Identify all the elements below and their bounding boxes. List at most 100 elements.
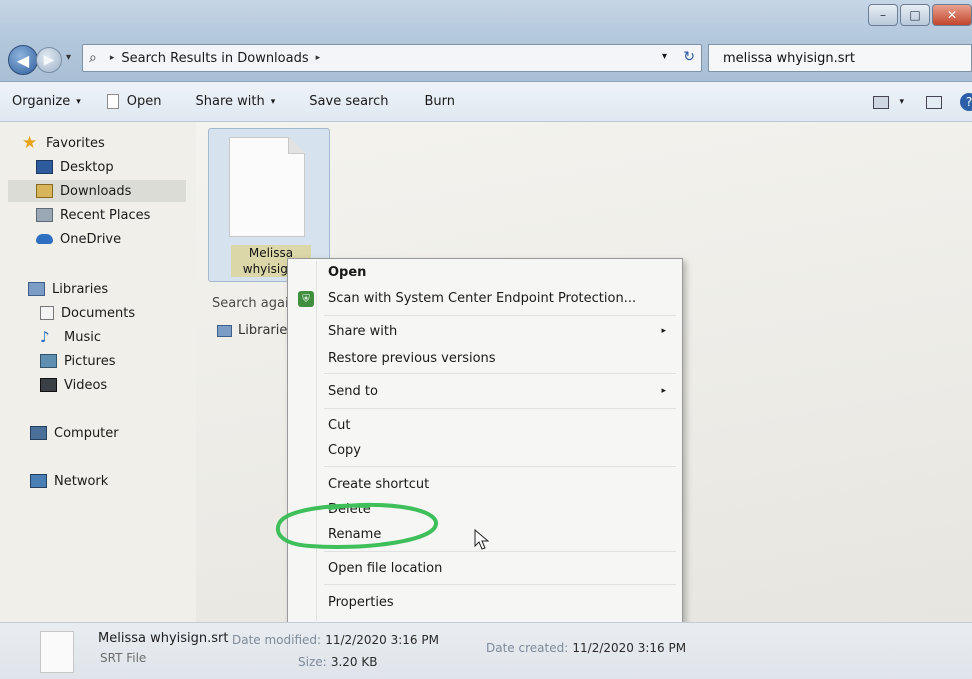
menu-item-share-with-label: Share with xyxy=(328,323,398,339)
menu-item-scan[interactable]: Scan with System Center Endpoint Protect… xyxy=(328,287,678,309)
toolbar-right-group: ▾ ? xyxy=(859,82,972,122)
menu-item-properties-label: Properties xyxy=(328,594,394,610)
details-pane: Melissa whyisign.srt SRT File Date modif… xyxy=(0,622,972,679)
details-file-name: Melissa whyisign.srt xyxy=(98,631,229,646)
libraries-search-link[interactable]: Libraries xyxy=(217,323,294,338)
nav-videos-label: Videos xyxy=(64,377,108,393)
menu-item-share-with[interactable]: Share with ▸ xyxy=(328,320,678,342)
burn-label: Burn xyxy=(424,94,456,109)
pictures-icon xyxy=(40,354,57,368)
menu-item-send-to[interactable]: Send to ▸ xyxy=(328,380,678,402)
refresh-icon[interactable]: ↻ xyxy=(683,49,695,65)
date-created-label: Date created: xyxy=(486,641,569,655)
menu-item-cut-label: Cut xyxy=(328,417,351,433)
chevron-down-icon[interactable]: ▾ xyxy=(899,97,904,107)
back-arrow-icon[interactable]: ◀ xyxy=(8,45,38,75)
nav-favorites-label: Favorites xyxy=(46,135,105,151)
organize-label: Organize xyxy=(12,94,71,109)
nav-computer-label: Computer xyxy=(54,425,119,441)
search-input[interactable] xyxy=(708,44,972,72)
date-modified-label: Date modified: xyxy=(232,633,322,647)
menu-item-restore-versions[interactable]: Restore previous versions xyxy=(328,347,678,369)
menu-item-open-label: Open xyxy=(328,264,367,280)
menu-item-copy-label: Copy xyxy=(328,442,361,458)
nav-favorites[interactable]: ★ Favorites xyxy=(22,132,208,154)
breadcrumb-separator-icon[interactable]: ▸ xyxy=(110,53,115,63)
close-button[interactable]: ✕ xyxy=(932,4,972,26)
context-menu: Open ⛨ Scan with System Center Endpoint … xyxy=(287,258,683,624)
green-annotation-circle xyxy=(275,502,438,550)
nav-computer[interactable]: Computer xyxy=(30,422,216,444)
nav-recent-places-label: Recent Places xyxy=(60,207,151,223)
size-value: 3.20 KB xyxy=(330,655,378,669)
menu-separator xyxy=(324,373,676,374)
menu-item-restore-label: Restore previous versions xyxy=(328,350,496,366)
menu-item-open-location-label: Open file location xyxy=(328,560,443,576)
desktop-icon xyxy=(36,160,53,174)
nav-recent-places[interactable]: Recent Places xyxy=(36,204,222,226)
nav-pictures-label: Pictures xyxy=(64,353,116,369)
share-with-label: Share with xyxy=(195,94,265,109)
burn-button[interactable]: Burn xyxy=(401,82,468,121)
save-search-button[interactable]: Save search xyxy=(287,82,400,121)
menu-item-copy[interactable]: Copy xyxy=(328,439,678,461)
cloud-icon xyxy=(36,234,53,244)
nav-onedrive[interactable]: OneDrive xyxy=(36,228,222,250)
minimize-button[interactable]: – xyxy=(868,4,898,26)
menu-item-open-file-location[interactable]: Open file location xyxy=(328,557,678,579)
open-button[interactable]: Open xyxy=(93,82,174,121)
nav-downloads-label: Downloads xyxy=(60,183,132,199)
nav-network-label: Network xyxy=(54,473,109,489)
menu-gutter xyxy=(316,261,317,621)
help-icon[interactable]: ? xyxy=(960,93,972,111)
nav-desktop-label: Desktop xyxy=(60,159,114,175)
menu-item-send-to-label: Send to xyxy=(328,383,378,399)
chevron-down-icon: ▾ xyxy=(270,96,276,107)
search-again-label: Search agair xyxy=(212,296,294,311)
menu-separator xyxy=(324,466,676,467)
nav-network[interactable]: Network xyxy=(30,470,216,492)
libraries-icon xyxy=(217,324,232,337)
view-options-icon[interactable] xyxy=(873,95,890,109)
command-toolbar: Organize ▾ Open Share with ▾ Save search… xyxy=(0,82,972,122)
submenu-arrow-icon: ▸ xyxy=(661,326,666,336)
menu-item-scan-label: Scan with System Center Endpoint Protect… xyxy=(328,290,637,306)
nav-libraries[interactable]: Libraries xyxy=(28,278,214,300)
breadcrumb-search-results[interactable]: Search Results in Downloads xyxy=(121,51,308,66)
videos-icon xyxy=(40,378,57,392)
address-bar[interactable]: ⌕ ▸ Search Results in Downloads ▸ ▾ ↻ xyxy=(82,44,702,72)
shield-scan-icon: ⛨ xyxy=(298,291,314,307)
menu-separator xyxy=(324,315,676,316)
file-thumbnail-icon xyxy=(40,631,74,673)
navigation-pane: ★ Favorites Desktop Downloads Recent Pla… xyxy=(0,122,196,622)
menu-item-cut[interactable]: Cut xyxy=(328,414,678,436)
address-dropdown-icon[interactable]: ▾ xyxy=(662,51,667,62)
open-label: Open xyxy=(126,94,162,109)
recent-places-icon xyxy=(36,208,53,222)
chevron-down-icon: ▾ xyxy=(76,96,81,107)
date-created-value: 11/2/2020 3:16 PM xyxy=(572,641,687,655)
nav-desktop[interactable]: Desktop xyxy=(36,156,222,178)
computer-icon xyxy=(30,426,47,440)
breadcrumb-separator-icon[interactable]: ▸ xyxy=(316,53,321,63)
maximize-button[interactable]: □ xyxy=(900,4,930,26)
nav-downloads[interactable]: Downloads xyxy=(8,180,186,202)
preview-pane-icon[interactable] xyxy=(926,95,942,109)
share-with-button[interactable]: Share with ▾ xyxy=(174,82,288,121)
mouse-pointer-icon xyxy=(474,529,490,550)
menu-item-create-shortcut[interactable]: Create shortcut xyxy=(328,473,678,495)
menu-item-properties[interactable]: Properties xyxy=(328,591,678,613)
music-note-icon: ♪ xyxy=(40,328,50,346)
window-controls: – □ ✕ xyxy=(866,4,972,26)
submenu-arrow-icon: ▸ xyxy=(661,386,666,396)
libraries-icon xyxy=(28,282,45,296)
recent-pages-dropdown[interactable]: ▾ xyxy=(66,52,71,63)
nav-onedrive-label: OneDrive xyxy=(60,231,122,247)
menu-item-open[interactable]: Open xyxy=(328,261,678,283)
nav-documents-label: Documents xyxy=(61,305,136,321)
organize-menu-button[interactable]: Organize ▾ xyxy=(0,82,93,121)
libraries-link-label: Libraries xyxy=(238,323,295,338)
date-modified-value: 11/2/2020 3:16 PM xyxy=(325,633,439,647)
document-icon xyxy=(106,94,119,109)
forward-arrow-icon[interactable]: ▶ xyxy=(36,47,62,73)
